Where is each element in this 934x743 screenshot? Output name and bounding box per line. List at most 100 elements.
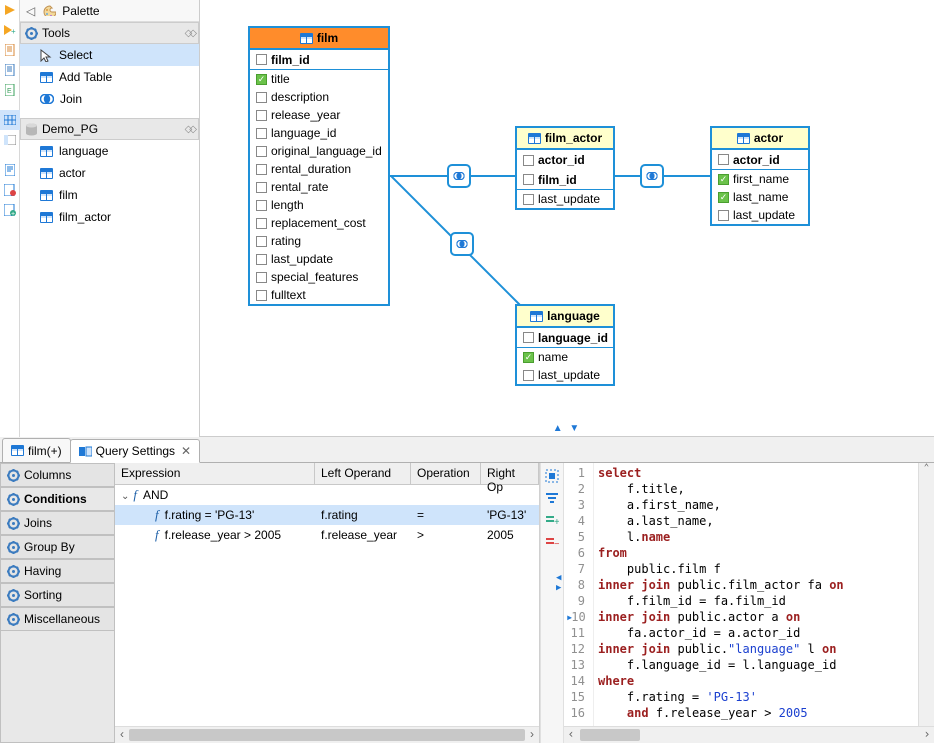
checkbox[interactable] [523,370,534,381]
entity-language[interactable]: language language_id namelast_update [515,304,615,386]
checkbox[interactable] [256,110,267,121]
checkbox[interactable] [523,155,534,166]
column-row[interactable]: last_update [250,250,388,268]
grid-icon[interactable] [0,110,20,130]
collapse-icon[interactable]: ◇◇ [185,124,194,135]
doc-add-icon[interactable]: + [0,200,20,220]
entity-film[interactable]: film film_id titledescriptionrelease_yea… [248,26,390,306]
schema-item-film-actor[interactable]: film_actor [20,206,199,228]
splitter-handle[interactable]: ▲ ▼ [200,423,934,434]
checkbox[interactable] [256,272,267,283]
doc-icon[interactable] [0,160,20,180]
checkbox[interactable] [523,332,534,343]
schema-item-language[interactable]: language [20,140,199,162]
tool-join[interactable]: Join [20,88,199,110]
column-row[interactable]: last_update [712,206,808,224]
palette-back-header[interactable]: ◁ Palette [20,0,199,22]
remove-button[interactable]: − [543,533,561,551]
column-row[interactable]: description [250,88,388,106]
entity-actor[interactable]: actor actor_id first_namelast_namelast_u… [710,126,810,226]
column-row[interactable]: last_name [712,188,808,206]
splitter-handle[interactable]: ◀▶ [556,573,560,593]
checkbox[interactable] [718,210,729,221]
col-header[interactable]: Right Op [481,463,539,484]
tab-query-settings[interactable]: Query Settings ✕ [70,439,200,463]
join-badge-filmactor-actor[interactable] [640,164,664,188]
entity-film-actor[interactable]: film_actor actor_id film_id last_update [515,126,615,210]
tools-header[interactable]: Tools ◇◇ [20,22,199,44]
close-icon[interactable]: ✕ [181,444,191,458]
column-row[interactable]: first_name [712,170,808,188]
checkbox[interactable] [256,254,267,265]
column-row[interactable]: rating [250,232,388,250]
panel-icon[interactable] [0,130,20,150]
diagram-canvas[interactable]: film film_id titledescriptionrelease_yea… [200,0,934,437]
tool-add-table[interactable]: Add Table [20,66,199,88]
checkbox[interactable] [718,154,729,165]
checkbox[interactable] [256,218,267,229]
column-row[interactable]: special_features [250,268,388,286]
run-plus-icon[interactable]: + [0,20,20,40]
scrollbar-horizontal[interactable]: ‹› [115,726,539,743]
col-header[interactable]: Expression [115,463,315,484]
condition-root[interactable]: ⌄fAND [115,485,539,505]
condition-row[interactable]: ff.release_year > 2005f.release_year>200… [115,525,539,545]
section-miscellaneous[interactable]: Miscellaneous [0,607,115,631]
checkbox[interactable] [256,182,267,193]
column-row[interactable]: rental_rate [250,178,388,196]
column-row[interactable]: last_update [517,366,613,384]
checkbox[interactable] [256,146,267,157]
explain-icon[interactable] [0,60,20,80]
checkbox[interactable] [718,174,729,185]
column-row[interactable]: last_update [517,190,613,208]
join-badge-film-language[interactable] [450,232,474,256]
column-row[interactable]: rental_duration [250,160,388,178]
doc-locked-icon[interactable] [0,180,20,200]
checkbox[interactable] [256,54,267,65]
column-row[interactable]: original_language_id [250,142,388,160]
column-row[interactable]: fulltext [250,286,388,304]
checkbox[interactable] [718,192,729,203]
column-row[interactable]: release_year [250,106,388,124]
section-columns[interactable]: Columns [0,463,115,487]
checkbox[interactable] [256,290,267,301]
schema-header[interactable]: Demo_PG ◇◇ [20,118,199,140]
section-having[interactable]: Having [0,559,115,583]
section-group-by[interactable]: Group By [0,535,115,559]
checkbox[interactable] [256,92,267,103]
scrollbar-vertical[interactable]: ⌃ [918,463,934,726]
collapse-icon[interactable]: ◇◇ [185,28,194,39]
scrollbar-horizontal[interactable]: ‹› [564,726,934,743]
checkbox[interactable] [256,128,267,139]
col-header[interactable]: Left Operand [315,463,411,484]
tool-select[interactable]: Select [20,44,199,66]
run-icon[interactable] [0,0,20,20]
checkbox[interactable] [256,164,267,175]
script-icon[interactable] [0,40,20,60]
checkbox[interactable] [523,174,534,185]
schema-item-film[interactable]: film [20,184,199,206]
section-sorting[interactable]: Sorting [0,583,115,607]
chevron-down-icon[interactable]: ⌄ [121,491,129,502]
checkbox[interactable] [256,236,267,247]
section-conditions[interactable]: Conditions [0,487,115,511]
col-header[interactable]: Operation [411,463,481,484]
checkbox[interactable] [523,194,534,205]
checkbox[interactable] [256,74,267,85]
column-row[interactable]: title [250,70,388,88]
checkbox[interactable] [256,200,267,211]
schema-item-actor[interactable]: actor [20,162,199,184]
script2-icon[interactable]: E [0,80,20,100]
section-joins[interactable]: Joins [0,511,115,535]
column-row[interactable]: name [517,348,613,366]
tab-film[interactable]: film(+) [2,438,71,462]
column-row[interactable]: length [250,196,388,214]
column-row[interactable]: language_id [250,124,388,142]
condition-row[interactable]: ff.rating = 'PG-13'f.rating='PG-13' [115,505,539,525]
sql-code[interactable]: select f.title, a.first_name, a.last_nam… [594,463,918,726]
checkbox[interactable] [523,352,534,363]
add-button[interactable]: + [543,511,561,529]
select-all-button[interactable] [543,467,561,485]
filter-button[interactable] [543,489,561,507]
column-row[interactable]: replacement_cost [250,214,388,232]
